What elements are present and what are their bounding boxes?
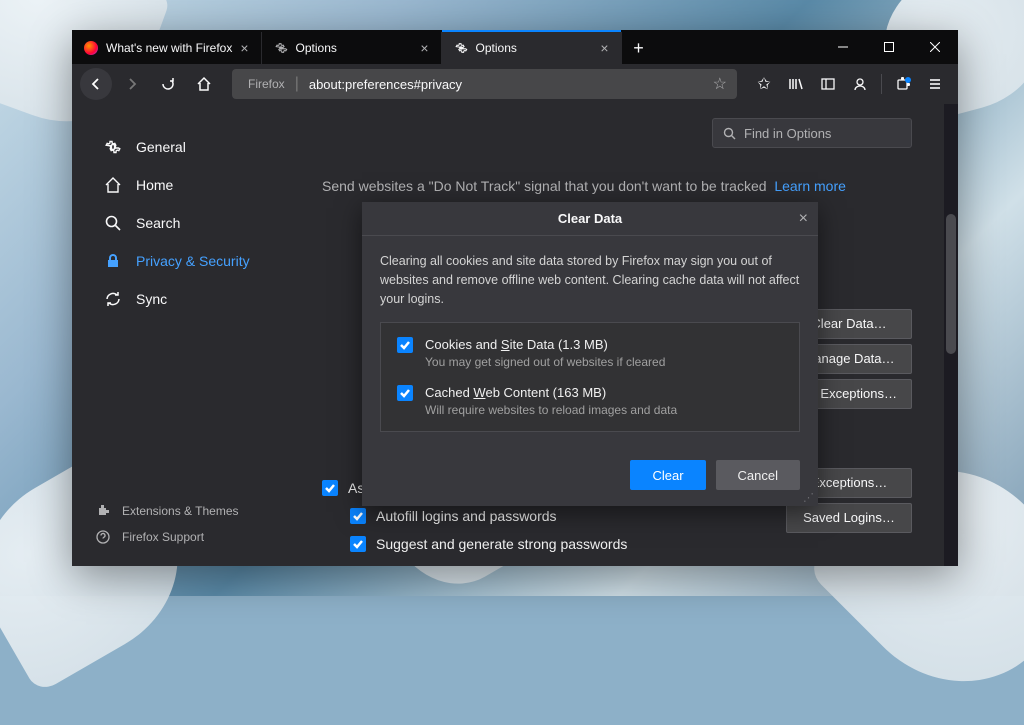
sidebar-label: Search	[136, 215, 180, 231]
window-controls	[820, 30, 958, 64]
sidebar-item-general[interactable]: General	[96, 128, 292, 166]
close-icon[interactable]: ×	[799, 210, 808, 228]
resize-grip-icon[interactable]: ⋰	[803, 491, 814, 504]
tab-title: Options	[296, 41, 337, 55]
checkbox-checked-icon[interactable]	[397, 337, 413, 353]
sidebar-label: Sync	[136, 291, 167, 307]
cache-option-sublabel: Will require websites to reload images a…	[425, 403, 783, 417]
new-tab-button[interactable]: +	[622, 32, 656, 64]
checkbox-checked-icon[interactable]	[322, 480, 338, 496]
tab-title: Options	[476, 41, 517, 55]
cookies-option-row[interactable]: Cookies and Site Data (1.3 MB) You may g…	[397, 337, 783, 369]
gear-icon	[274, 41, 288, 55]
preferences-sidebar: General Home Search Privacy & Security S…	[72, 104, 292, 566]
forward-button[interactable]	[116, 68, 148, 100]
sidebar-item-search[interactable]: Search	[96, 204, 292, 242]
checkbox-checked-icon[interactable]	[397, 385, 413, 401]
sidebar-item-privacy[interactable]: Privacy & Security	[96, 242, 292, 280]
tab-strip: What's new with Firefox × Options × Opti…	[72, 30, 820, 64]
footer-label: Firefox Support	[122, 530, 204, 544]
check-label: Suggest and generate strong passwords	[376, 536, 627, 552]
learn-more-link[interactable]: Learn more	[774, 178, 846, 194]
maximize-button[interactable]	[866, 30, 912, 64]
cookies-option-sublabel: You may get signed out of websites if cl…	[425, 355, 783, 369]
cache-option-label: Cached Web Content (163 MB)	[425, 385, 783, 400]
dialog-footer: Clear Cancel	[362, 448, 818, 506]
close-window-button[interactable]	[912, 30, 958, 64]
identity-box[interactable]: Firefox	[242, 77, 285, 91]
reload-button[interactable]	[152, 68, 184, 100]
cookies-option-label: Cookies and Site Data (1.3 MB)	[425, 337, 783, 352]
library-button[interactable]	[781, 69, 811, 99]
scroll-thumb[interactable]	[946, 214, 956, 354]
tab-title: What's new with Firefox	[106, 41, 232, 55]
sidebar-item-sync[interactable]: Sync	[96, 280, 292, 318]
minimize-button[interactable]	[820, 30, 866, 64]
gear-icon	[454, 41, 468, 55]
tab-options-1[interactable]: Options ×	[262, 32, 442, 64]
bookmarks-button[interactable]: ✩	[749, 69, 779, 99]
url-bar[interactable]: Firefox | about:preferences#privacy ☆	[232, 69, 737, 99]
suggest-passwords-row[interactable]: Suggest and generate strong passwords	[322, 530, 928, 558]
sidebar-item-home[interactable]: Home	[96, 166, 292, 204]
clear-data-dialog: Clear Data × Clearing all cookies and si…	[362, 202, 818, 506]
bookmark-star-icon[interactable]: ☆	[713, 74, 727, 94]
dialog-description: Clearing all cookies and site data store…	[380, 252, 800, 308]
close-icon[interactable]: ×	[420, 40, 428, 56]
checkbox-checked-icon[interactable]	[350, 536, 366, 552]
cache-option-row[interactable]: Cached Web Content (163 MB) Will require…	[397, 385, 783, 417]
check-label: Autofill logins and passwords	[376, 508, 557, 524]
identity-label: Firefox	[248, 77, 285, 91]
tab-whatsnew[interactable]: What's new with Firefox ×	[72, 32, 262, 64]
sidebar-label: Home	[136, 177, 173, 193]
extensions-button[interactable]	[888, 69, 918, 99]
sidebar-label: Privacy & Security	[136, 253, 250, 269]
nav-toolbar: Firefox | about:preferences#privacy ☆ ✩	[72, 64, 958, 104]
app-menu-button[interactable]	[920, 69, 950, 99]
dnt-description: Send websites a "Do Not Track" signal th…	[322, 178, 928, 194]
scrollbar[interactable]	[944, 104, 958, 566]
clear-button[interactable]: Clear	[630, 460, 705, 490]
account-button[interactable]	[845, 69, 875, 99]
find-in-options-input[interactable]: Find in Options	[712, 118, 912, 148]
saved-logins-button[interactable]: Saved Logins…	[786, 503, 912, 533]
dialog-title: Clear Data	[558, 211, 622, 226]
content-area: General Home Search Privacy & Security S…	[72, 104, 958, 566]
sidebar-footer-support[interactable]: Firefox Support	[96, 524, 239, 550]
footer-label: Extensions & Themes	[122, 504, 239, 518]
checkbox-checked-icon[interactable]	[350, 508, 366, 524]
sidebar-button[interactable]	[813, 69, 843, 99]
search-placeholder: Find in Options	[744, 126, 831, 141]
dialog-header: Clear Data ×	[362, 202, 818, 236]
back-button[interactable]	[80, 68, 112, 100]
url-text: about:preferences#privacy	[309, 77, 703, 92]
dialog-options: Cookies and Site Data (1.3 MB) You may g…	[380, 322, 800, 432]
sidebar-footer-extensions[interactable]: Extensions & Themes	[96, 498, 239, 524]
firefox-window: What's new with Firefox × Options × Opti…	[72, 30, 958, 566]
close-icon[interactable]: ×	[240, 40, 248, 56]
close-icon[interactable]: ×	[600, 40, 608, 56]
firefox-icon	[84, 41, 98, 55]
tab-options-2[interactable]: Options ×	[442, 32, 622, 64]
home-button[interactable]	[188, 68, 220, 100]
titlebar: What's new with Firefox × Options × Opti…	[72, 30, 958, 64]
cancel-button[interactable]: Cancel	[716, 460, 800, 490]
sidebar-label: General	[136, 139, 186, 155]
